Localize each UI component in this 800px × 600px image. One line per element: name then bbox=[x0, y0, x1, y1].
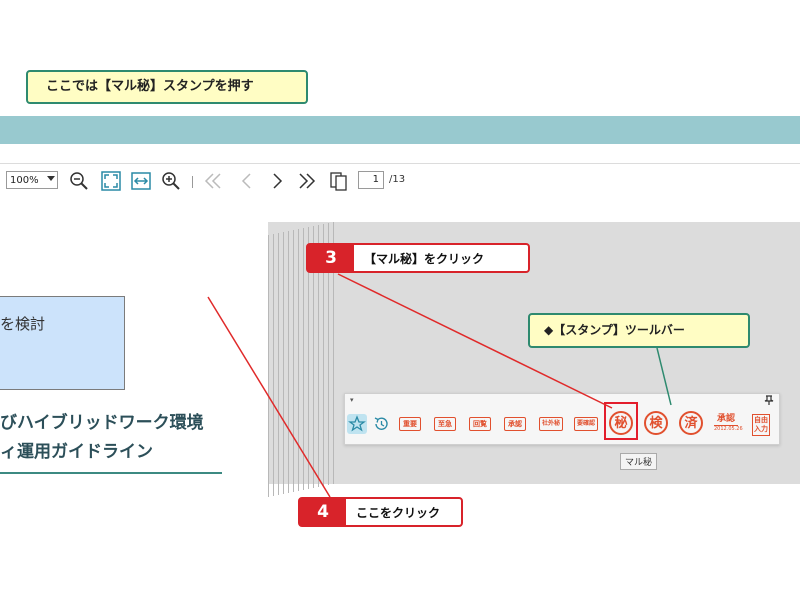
stamp-toolbar-callout: ◆【スタンプ】ツールバー bbox=[528, 313, 750, 348]
step4-pointer-line bbox=[207, 296, 331, 498]
stamp-toolbar-callout-text: ◆【スタンプ】ツールバー bbox=[544, 323, 685, 337]
step4-label: 4 ここをクリック bbox=[298, 497, 463, 527]
step3-text: 【マル秘】をクリック bbox=[364, 251, 485, 266]
step3-number: 3 bbox=[308, 245, 354, 271]
stamp-callout-pointer-line bbox=[656, 347, 672, 406]
step3-label: 3 【マル秘】をクリック bbox=[306, 243, 530, 273]
step4-number: 4 bbox=[300, 499, 346, 525]
step4-text: ここをクリック bbox=[356, 505, 441, 520]
